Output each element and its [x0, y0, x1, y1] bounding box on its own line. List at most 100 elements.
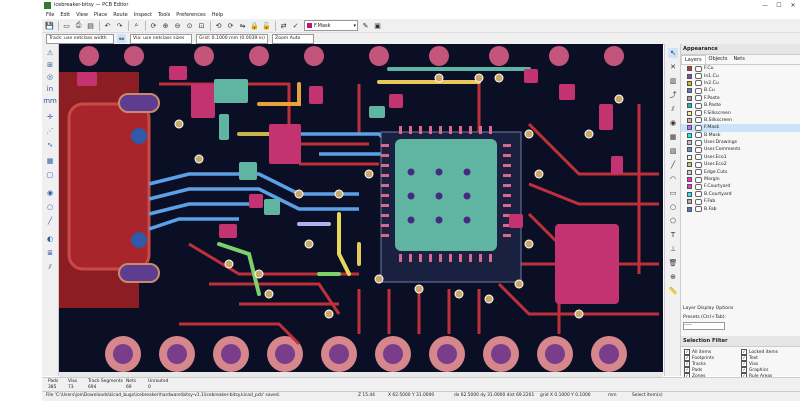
- visibility-icon[interactable]: [695, 73, 702, 80]
- via-outline-icon[interactable]: ○: [45, 202, 55, 212]
- grid-select[interactable]: Grid: 0.1000 mm (0.0039 in): [196, 33, 268, 44]
- tab-objects[interactable]: Objects: [706, 55, 731, 64]
- zoom-fit-icon[interactable]: ⊙: [185, 21, 194, 30]
- layer-color-swatch[interactable]: [687, 184, 692, 190]
- route-track-icon[interactable]: ⤴: [668, 90, 678, 100]
- layer-color-swatch[interactable]: [687, 73, 692, 79]
- layer-row[interactable]: B.Courtyard: [681, 191, 800, 198]
- visibility-icon[interactable]: [695, 183, 702, 190]
- layer-color-swatch[interactable]: [687, 147, 692, 153]
- layer-row[interactable]: User.Drawings: [681, 139, 800, 146]
- add-text-icon[interactable]: T: [668, 230, 678, 240]
- visibility-icon[interactable]: [695, 198, 702, 205]
- layer-color-swatch[interactable]: [687, 177, 692, 183]
- layer-row[interactable]: In2.Cu: [681, 80, 800, 87]
- menu-edit[interactable]: Edit: [60, 12, 70, 18]
- layer-row[interactable]: B.Mask: [681, 132, 800, 139]
- layer-row[interactable]: Margin: [681, 176, 800, 183]
- plot-icon[interactable]: ▤: [86, 21, 95, 30]
- measure-icon[interactable]: 📏: [668, 286, 678, 296]
- refresh-icon[interactable]: ⟳: [149, 21, 158, 30]
- layer-color-swatch[interactable]: [687, 80, 692, 86]
- draw-circle-icon[interactable]: ○: [668, 202, 678, 212]
- high-contrast-icon[interactable]: ◐: [45, 234, 55, 244]
- pad-outline-icon[interactable]: ◉: [45, 188, 55, 198]
- drc-marker-icon[interactable]: ⚠: [45, 48, 55, 58]
- close-button[interactable]: ✕: [786, 2, 800, 9]
- layer-row[interactable]: Edge.Cuts: [681, 168, 800, 176]
- visibility-icon[interactable]: [695, 110, 702, 117]
- drc-icon[interactable]: ✓: [291, 21, 300, 30]
- print-icon[interactable]: ⎙: [74, 21, 83, 30]
- draw-polygon-icon[interactable]: ⬠: [668, 216, 678, 226]
- tab-nets[interactable]: Nets: [730, 55, 747, 64]
- add-rule-area-icon[interactable]: ▧: [668, 146, 678, 156]
- layer-row[interactable]: F.Mask: [681, 124, 800, 132]
- save-icon[interactable]: 💾: [45, 21, 54, 30]
- menu-place[interactable]: Place: [94, 12, 107, 18]
- visibility-icon[interactable]: [695, 65, 702, 72]
- zoom-in-icon[interactable]: ⊕: [161, 21, 170, 30]
- select-icon[interactable]: ↖: [668, 48, 678, 58]
- zone-fill-icon[interactable]: ▦: [45, 156, 55, 166]
- layer-color-swatch[interactable]: [687, 110, 692, 116]
- layer-row[interactable]: User.Eco2: [681, 161, 800, 168]
- visibility-icon[interactable]: [695, 102, 702, 109]
- undo-icon[interactable]: ↶: [103, 21, 112, 30]
- presets-select[interactable]: -----: [683, 322, 725, 330]
- layer-selector[interactable]: F.Mask ▾: [304, 20, 358, 31]
- draw-line-icon[interactable]: ╱: [668, 160, 678, 170]
- visibility-icon[interactable]: [695, 191, 702, 198]
- zone-outline-icon[interactable]: ▢: [45, 170, 55, 180]
- units-mm-icon[interactable]: mm: [43, 96, 57, 106]
- visibility-icon[interactable]: [695, 154, 702, 161]
- visibility-icon[interactable]: [695, 80, 702, 87]
- pcb-canvas[interactable]: [59, 44, 663, 376]
- layer-color-swatch[interactable]: [687, 95, 692, 101]
- redo-icon[interactable]: ↷: [115, 21, 124, 30]
- layer-row[interactable]: F.Silkscreen: [681, 109, 800, 117]
- menu-view[interactable]: View: [76, 12, 88, 18]
- layer-row[interactable]: B.Silkscreen: [681, 117, 800, 124]
- layer-row[interactable]: User.Eco1: [681, 154, 800, 161]
- netlist-icon[interactable]: ⇄: [279, 21, 288, 30]
- layers-manager-icon[interactable]: ≣: [45, 248, 55, 258]
- local-ratsnest-icon[interactable]: ✕: [668, 62, 678, 72]
- cursor-icon[interactable]: ✛: [45, 112, 55, 122]
- visibility-icon[interactable]: [695, 161, 702, 168]
- footprint-editor-icon[interactable]: ✎: [361, 21, 370, 30]
- add-footprint-icon[interactable]: ▥: [668, 76, 678, 86]
- search-icon[interactable]: ⌕: [132, 21, 141, 30]
- layer-color-swatch[interactable]: [687, 191, 692, 197]
- add-via-icon[interactable]: ◉: [668, 118, 678, 128]
- zoom-select[interactable]: Zoom Auto: [272, 33, 314, 44]
- ratsnest-icon[interactable]: ⋰: [45, 126, 55, 136]
- visibility-icon[interactable]: [695, 117, 702, 124]
- layer-color-swatch[interactable]: [687, 199, 692, 205]
- minimize-button[interactable]: —: [758, 2, 772, 9]
- menu-help[interactable]: Help: [212, 12, 223, 18]
- add-zone-icon[interactable]: ▦: [668, 132, 678, 142]
- layer-row[interactable]: F.Courtyard: [681, 183, 800, 190]
- route-diff-pair-icon[interactable]: ⫽: [668, 104, 678, 114]
- rotate-cw-icon[interactable]: ⟳: [226, 21, 235, 30]
- page-settings-icon[interactable]: ▭: [62, 21, 71, 30]
- visibility-icon[interactable]: [695, 176, 702, 183]
- layer-row[interactable]: In1.Cu: [681, 72, 800, 80]
- menu-preferences[interactable]: Preferences: [176, 12, 205, 18]
- add-dimension-icon[interactable]: ⊥: [668, 244, 678, 254]
- curved-ratsnest-icon[interactable]: ∿: [45, 140, 55, 150]
- layer-color-swatch[interactable]: [687, 66, 692, 72]
- layer-color-swatch[interactable]: [687, 103, 692, 109]
- flip-icon[interactable]: ⇋: [238, 21, 247, 30]
- menu-inspect[interactable]: Inspect: [134, 12, 152, 18]
- visibility-icon[interactable]: [695, 169, 702, 176]
- set-origin-icon[interactable]: ⊕: [668, 272, 678, 282]
- layer-row[interactable]: B.Paste: [681, 102, 800, 109]
- maximize-button[interactable]: ☐: [772, 2, 786, 9]
- track-outline-icon[interactable]: ╱: [45, 216, 55, 226]
- layer-color-swatch[interactable]: [687, 206, 692, 212]
- zoom-out-icon[interactable]: ⊖: [173, 21, 182, 30]
- layer-row[interactable]: User.Comments: [681, 146, 800, 153]
- delete-icon[interactable]: 🗑: [668, 258, 678, 268]
